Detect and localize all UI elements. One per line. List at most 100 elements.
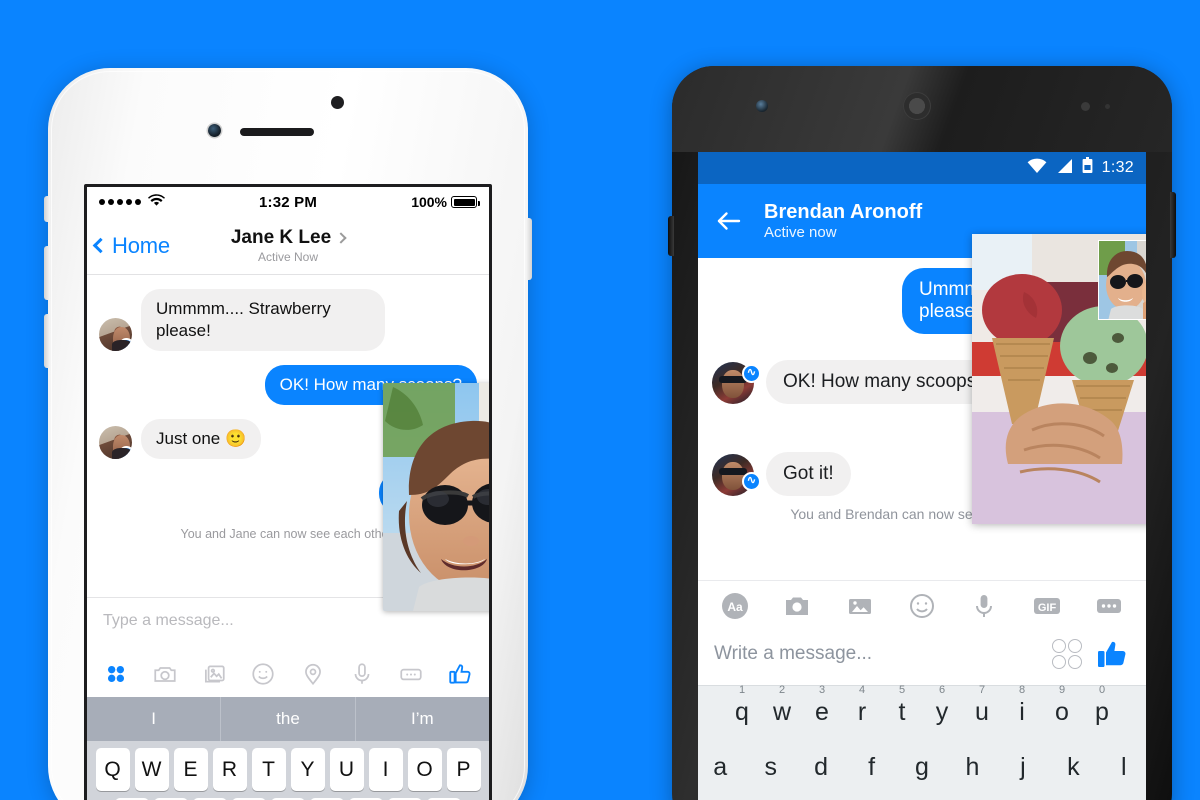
message-bubble[interactable]: OK! How many scoops?: [766, 360, 1004, 404]
contact-name: Jane K Lee: [230, 227, 332, 248]
battery-icon: [451, 196, 480, 208]
keyboard-key[interactable]: d: [809, 753, 833, 782]
smiley-icon[interactable]: [250, 661, 276, 687]
keyboard-key[interactable]: l: [1112, 753, 1136, 782]
keyboard-key[interactable]: f: [859, 753, 883, 782]
android-proximity-sensor: [1081, 102, 1090, 111]
keyboard-key[interactable]: 8i: [1009, 684, 1035, 727]
text-format-aa-icon[interactable]: Aa: [720, 591, 750, 621]
video-call-overlay[interactable]: [383, 383, 489, 611]
keyboard-row-2: ASDFGHJKL: [87, 791, 489, 800]
stickers-icon[interactable]: [1052, 639, 1082, 669]
svg-text:GIF: GIF: [1037, 602, 1056, 614]
smiley-icon[interactable]: [907, 591, 937, 621]
android-contact-block[interactable]: Brendan Aronoff Active now: [764, 201, 922, 241]
apps-grid-icon[interactable]: [103, 661, 129, 687]
back-to-home-button[interactable]: Home: [87, 233, 170, 259]
microphone-icon[interactable]: [969, 591, 999, 621]
avatar[interactable]: ∿: [99, 318, 132, 352]
keyboard-key[interactable]: T: [251, 748, 286, 791]
keyboard-key[interactable]: 1q: [729, 684, 755, 727]
message-input-placeholder: Write a message...: [714, 643, 873, 664]
cellular-signal-icon: [1056, 158, 1073, 179]
ios-tool-row: [87, 655, 489, 697]
ios-status-bar: 1:32 PM 100%: [87, 187, 489, 217]
suggestion-chip[interactable]: I: [87, 697, 220, 741]
keyboard-key[interactable]: U: [329, 748, 364, 791]
svg-text:Aa: Aa: [727, 600, 743, 614]
android-earpiece-speaker: [903, 92, 931, 120]
video-call-overlay[interactable]: [972, 234, 1146, 524]
more-dots-icon[interactable]: [1094, 591, 1124, 621]
location-pin-icon[interactable]: [300, 661, 326, 687]
iphone-mute-switch[interactable]: [44, 196, 50, 222]
iphone-power-button[interactable]: [526, 218, 532, 280]
message-bubble[interactable]: Ummmm.... Strawberry please!: [141, 289, 385, 352]
photos-icon[interactable]: [845, 591, 875, 621]
android-keyboard: 1q 2w 3e 4r 5t 6y 7u 8i 9o 0p asdfghjkl: [698, 684, 1146, 800]
keyboard-key[interactable]: k: [1061, 753, 1085, 782]
android-composer[interactable]: Write a message...: [698, 631, 1146, 685]
android-volume-button[interactable]: [668, 216, 674, 256]
android-front-camera: [756, 100, 768, 112]
avatar[interactable]: ∿: [99, 426, 132, 460]
android-power-button[interactable]: [1170, 192, 1176, 258]
keyboard-key-number: 7: [978, 684, 986, 696]
back-arrow-icon[interactable]: [716, 208, 742, 234]
android-light-sensor: [1105, 104, 1110, 109]
keyboard-key[interactable]: O: [407, 748, 442, 791]
message-input-placeholder: Type a message...: [103, 612, 234, 629]
keyboard-key[interactable]: 9o: [1049, 684, 1075, 727]
keyboard-key[interactable]: E: [173, 748, 208, 791]
keyboard-key[interactable]: 3e: [809, 684, 835, 727]
suggestion-chip[interactable]: I’m: [354, 697, 489, 741]
keyboard-key[interactable]: 7u: [969, 684, 995, 727]
keyboard-key[interactable]: Q: [95, 748, 130, 791]
keyboard-row-1: 1q 2w 3e 4r 5t 6y 7u 8i 9o 0p: [698, 684, 1146, 727]
more-dots-icon[interactable]: [398, 661, 424, 687]
thumbs-up-icon[interactable]: [447, 661, 473, 687]
iphone-earpiece-speaker: [240, 128, 314, 136]
keyboard-key[interactable]: j: [1011, 753, 1035, 782]
message-bubble[interactable]: Just one 🙂: [141, 419, 262, 460]
messenger-badge-icon: ∿: [742, 364, 761, 383]
chevron-left-icon: [92, 237, 109, 254]
keyboard-key-number: 3: [818, 684, 826, 696]
screenshot-canvas: 1:32 PM 100% Home Jane K Lee Active Now …: [0, 0, 1200, 800]
video-pip-view[interactable]: [1098, 240, 1146, 320]
keyboard-key[interactable]: W: [134, 748, 169, 791]
keyboard-key-number: 8: [1018, 684, 1026, 696]
ios-keyboard: I the I’m QWERTYUIOP ASDFGHJKL: [87, 697, 489, 800]
keyboard-key[interactable]: Y: [290, 748, 325, 791]
keyboard-key-number: 1: [738, 684, 746, 696]
ios-nav-bar: Home Jane K Lee Active Now: [87, 217, 489, 275]
camera-icon[interactable]: [152, 661, 178, 687]
suggestion-chip[interactable]: the: [220, 697, 354, 741]
keyboard-row-1: QWERTYUIOP: [87, 741, 489, 791]
keyboard-key[interactable]: a: [708, 753, 732, 782]
photos-icon[interactable]: [201, 661, 227, 687]
keyboard-key[interactable]: I: [368, 748, 403, 791]
iphone-volume-up-button[interactable]: [44, 246, 50, 300]
video-main-view: [383, 383, 489, 611]
camera-icon[interactable]: [782, 591, 812, 621]
messenger-badge-icon: ∿: [119, 446, 132, 460]
keyboard-key[interactable]: P: [446, 748, 481, 791]
microphone-icon[interactable]: [349, 661, 375, 687]
keyboard-key[interactable]: h: [960, 753, 984, 782]
keyboard-key[interactable]: 4r: [849, 684, 875, 727]
keyboard-key[interactable]: 0p: [1089, 684, 1115, 727]
gif-icon[interactable]: GIF: [1032, 591, 1062, 621]
keyboard-key[interactable]: 2w: [769, 684, 795, 727]
contact-name-row[interactable]: Jane K Lee: [230, 227, 347, 249]
keyboard-key[interactable]: R: [212, 748, 247, 791]
keyboard-key[interactable]: 5t: [889, 684, 915, 727]
keyboard-key[interactable]: 6y: [929, 684, 955, 727]
message-row-incoming: ∿ Ummmm.... Strawberry please!: [99, 289, 477, 352]
android-tool-row: Aa GIF: [698, 580, 1146, 631]
iphone-volume-down-button[interactable]: [44, 314, 50, 368]
thumbs-up-icon[interactable]: [1096, 637, 1130, 671]
keyboard-key[interactable]: s: [758, 753, 782, 782]
message-bubble[interactable]: Got it!: [766, 452, 851, 496]
keyboard-key[interactable]: g: [910, 753, 934, 782]
